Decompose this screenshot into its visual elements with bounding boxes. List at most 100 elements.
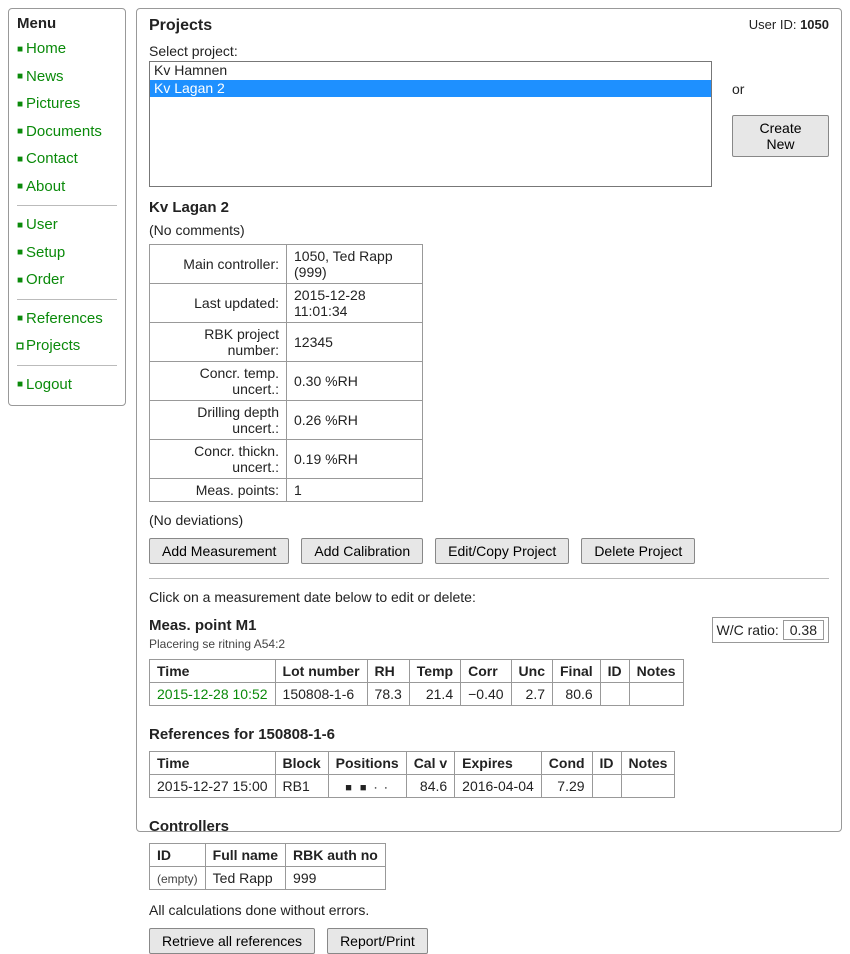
menu-item-about[interactable]: ■About <box>17 174 117 200</box>
wc-ratio-label: W/C ratio: <box>717 622 779 638</box>
col-cond: Cond <box>541 752 592 775</box>
sidebar: Menu ■Home ■News ■Pictures ■Documents ■C… <box>8 8 126 406</box>
ref-positions: ■ ■ ● ● <box>328 775 406 798</box>
menu-divider <box>17 205 117 206</box>
menu-item-news[interactable]: ■News <box>17 64 117 90</box>
detail-row: RBK project number:12345 <box>150 323 423 362</box>
detail-val: 12345 <box>287 323 423 362</box>
wc-ratio-box: W/C ratio: 0.38 <box>712 617 829 643</box>
select-project-label: Select project: <box>149 43 829 59</box>
menu-item-setup[interactable]: ■Setup <box>17 240 117 266</box>
detail-key: Meas. points: <box>150 479 287 502</box>
table-header-row: ID Full name RBK auth no <box>150 844 386 867</box>
detail-key: Last updated: <box>150 284 287 323</box>
col-fullname: Full name <box>205 844 285 867</box>
meas-temp: 21.4 <box>409 683 460 706</box>
square-open-icon: □ <box>17 341 23 352</box>
table-row: (empty) Ted Rapp 999 <box>150 867 386 890</box>
menu-item-order[interactable]: ■Order <box>17 267 117 293</box>
menu-group-1: ■Home ■News ■Pictures ■Documents ■Contac… <box>17 36 117 199</box>
meas-unc: 2.7 <box>511 683 552 706</box>
col-notes: Notes <box>629 660 683 683</box>
position-empty-icon: ● <box>385 785 389 790</box>
detail-key: Concr. thickn. uncert.: <box>150 440 287 479</box>
meas-rh: 78.3 <box>367 683 409 706</box>
user-id-label: User ID: 1050 <box>749 17 829 32</box>
detail-row: Drilling depth uncert.:0.26 %RH <box>150 401 423 440</box>
detail-row: Last updated:2015-12-28 11:01:34 <box>150 284 423 323</box>
col-expires: Expires <box>455 752 542 775</box>
controllers-table: ID Full name RBK auth no (empty) Ted Rap… <box>149 843 386 890</box>
ref-block: RB1 <box>275 775 328 798</box>
ctrl-name: Ted Rapp <box>205 867 285 890</box>
detail-row: Concr. thickn. uncert.:0.19 %RH <box>150 440 423 479</box>
detail-val: 2015-12-28 11:01:34 <box>287 284 423 323</box>
ctrl-auth: 999 <box>286 867 386 890</box>
section-divider <box>149 578 829 579</box>
menu-item-pictures[interactable]: ■Pictures <box>17 91 117 117</box>
meas-lot: 150808-1-6 <box>275 683 367 706</box>
menu-group-4: ■Logout <box>17 372 117 398</box>
square-icon: ■ <box>17 220 23 231</box>
wc-ratio-value: 0.38 <box>783 620 824 640</box>
delete-project-button[interactable]: Delete Project <box>581 538 695 564</box>
meas-point-title: Meas. point M1 <box>149 617 285 634</box>
project-list[interactable]: Kv Hamnen Kv Lagan 2 <box>149 61 712 187</box>
col-id: ID <box>592 752 621 775</box>
detail-key: Drilling depth uncert.: <box>150 401 287 440</box>
meas-time-link[interactable]: 2015-12-28 10:52 <box>150 683 276 706</box>
col-final: Final <box>553 660 601 683</box>
user-id-value: 1050 <box>800 17 829 32</box>
ref-cond: 7.29 <box>541 775 592 798</box>
menu-item-user[interactable]: ■User <box>17 212 117 238</box>
create-new-button[interactable]: Create New <box>732 115 829 157</box>
meas-final: 80.6 <box>553 683 601 706</box>
calc-status-text: All calculations done without errors. <box>149 902 829 918</box>
square-icon: ■ <box>17 154 23 165</box>
col-id: ID <box>150 844 206 867</box>
references-title: References for 150808-1-6 <box>149 726 829 743</box>
instruction-text: Click on a measurement date below to edi… <box>149 589 829 605</box>
detail-key: RBK project number: <box>150 323 287 362</box>
square-icon: ■ <box>17 247 23 258</box>
add-measurement-button[interactable]: Add Measurement <box>149 538 289 564</box>
meas-point-subtitle: Placering se ritning A54:2 <box>149 637 285 651</box>
menu-item-projects[interactable]: □Projects <box>17 333 117 359</box>
detail-key: Concr. temp. uncert.: <box>150 362 287 401</box>
edit-copy-project-button[interactable]: Edit/Copy Project <box>435 538 569 564</box>
project-list-item[interactable]: Kv Lagan 2 <box>150 80 711 98</box>
menu-item-home[interactable]: ■Home <box>17 36 117 62</box>
square-icon: ■ <box>17 181 23 192</box>
position-filled-icon: ■ <box>345 782 354 794</box>
detail-row: Main controller:1050, Ted Rapp (999) <box>150 245 423 284</box>
menu-item-contact[interactable]: ■Contact <box>17 146 117 172</box>
table-header-row: Time Lot number RH Temp Corr Unc Final I… <box>150 660 684 683</box>
menu-item-references[interactable]: ■References <box>17 306 117 332</box>
detail-val: 0.26 %RH <box>287 401 423 440</box>
col-calv: Cal v <box>406 752 454 775</box>
detail-val: 1 <box>287 479 423 502</box>
menu-title: Menu <box>17 15 117 32</box>
square-icon: ■ <box>17 44 23 55</box>
col-corr: Corr <box>461 660 511 683</box>
ref-expires: 2016-04-04 <box>455 775 542 798</box>
project-list-item[interactable]: Kv Hamnen <box>150 62 711 80</box>
add-calibration-button[interactable]: Add Calibration <box>301 538 423 564</box>
square-icon: ■ <box>17 99 23 110</box>
meas-point-table: Time Lot number RH Temp Corr Unc Final I… <box>149 659 684 706</box>
report-print-button[interactable]: Report/Print <box>327 928 428 954</box>
meas-notes <box>629 683 683 706</box>
or-label: or <box>732 81 744 97</box>
retrieve-references-button[interactable]: Retrieve all references <box>149 928 315 954</box>
detail-val: 0.19 %RH <box>287 440 423 479</box>
menu-item-documents[interactable]: ■Documents <box>17 119 117 145</box>
col-temp: Temp <box>409 660 460 683</box>
menu-item-logout[interactable]: ■Logout <box>17 372 117 398</box>
menu-divider <box>17 365 117 366</box>
col-rh: RH <box>367 660 409 683</box>
selected-project-name: Kv Lagan 2 <box>149 199 829 216</box>
ctrl-id: (empty) <box>150 867 206 890</box>
col-time: Time <box>150 752 276 775</box>
project-details-table: Main controller:1050, Ted Rapp (999) Las… <box>149 244 423 502</box>
menu-group-2: ■User ■Setup ■Order <box>17 212 117 293</box>
